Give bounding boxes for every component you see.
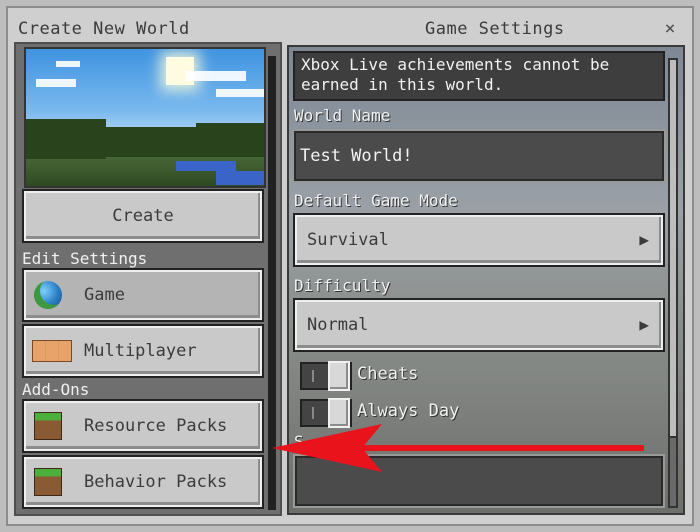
sidebar-item-resource-packs[interactable]: Resource Packs <box>24 401 262 451</box>
sidebar-item-game[interactable]: Game <box>24 270 262 320</box>
edit-settings-heading: Edit Settings <box>22 249 148 268</box>
world-name-input[interactable]: Test World! <box>294 131 664 181</box>
sidebar-item-multiplayer[interactable]: Multiplayer <box>24 326 262 376</box>
difficulty-dropdown[interactable]: Normal ▶ <box>295 300 663 350</box>
close-icon[interactable]: × <box>658 17 682 41</box>
sidebar-item-label: Game <box>84 285 125 305</box>
sidebar-item-label: Multiplayer <box>84 341 197 361</box>
difficulty-label: Difficulty <box>294 276 391 295</box>
sidebar-item-label: Resource Packs <box>84 416 228 436</box>
cheats-toggle[interactable] <box>302 361 350 391</box>
right-scrollbar-thumb[interactable] <box>668 58 678 438</box>
seed-input[interactable] <box>295 456 663 506</box>
players-icon <box>32 340 72 362</box>
chevron-right-icon: ▶ <box>639 230 649 249</box>
difficulty-value: Normal <box>307 315 369 335</box>
world-preview-image <box>24 47 266 188</box>
create-button[interactable]: Create <box>24 191 262 241</box>
achievements-notice: Xbox Live achievements cannot be earned … <box>295 53 663 99</box>
world-name-label: World Name <box>294 106 391 125</box>
always-day-label: Always Day <box>357 401 460 421</box>
cheats-label: Cheats <box>357 364 419 384</box>
game-mode-dropdown[interactable]: Survival ▶ <box>295 215 663 265</box>
left-panel-title: Create New World <box>18 19 190 39</box>
game-mode-label: Default Game Mode <box>294 191 458 210</box>
addons-heading: Add-Ons <box>22 380 90 399</box>
left-scrollbar[interactable] <box>268 56 276 510</box>
always-day-toggle[interactable] <box>302 398 350 428</box>
seed-label: S <box>294 432 304 451</box>
sidebar-item-behavior-packs[interactable]: Behavior Packs <box>24 457 262 507</box>
chevron-right-icon: ▶ <box>639 315 649 334</box>
grass-block-icon <box>34 412 62 440</box>
right-panel-title: Game Settings <box>425 19 565 39</box>
grass-block-icon <box>34 468 62 496</box>
game-mode-value: Survival <box>307 230 389 250</box>
globe-icon <box>34 281 62 309</box>
sidebar-item-label: Behavior Packs <box>84 472 228 492</box>
